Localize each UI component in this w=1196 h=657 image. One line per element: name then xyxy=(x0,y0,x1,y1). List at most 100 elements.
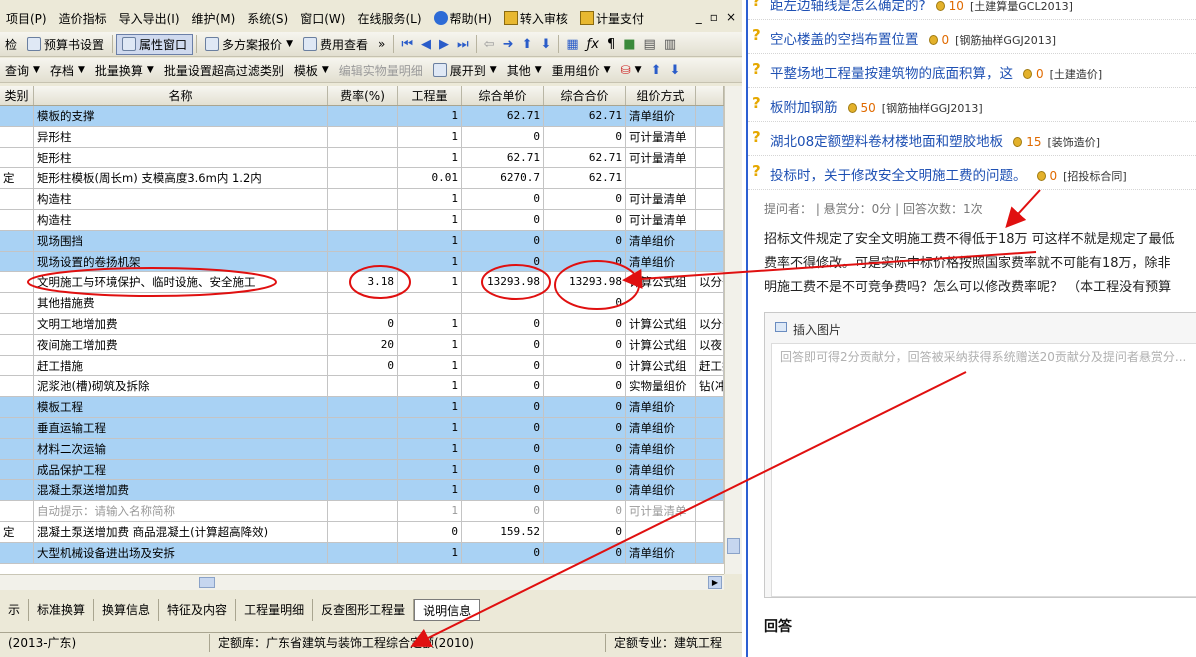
table-row[interactable]: 构造柱 1 0 0 可计量清单 xyxy=(0,189,724,210)
cell-method[interactable]: 可计量清单 xyxy=(626,209,696,230)
cell-unit[interactable]: 159.52 xyxy=(462,521,544,542)
cell-unit[interactable]: 0 xyxy=(462,480,544,501)
cell-cat[interactable]: 定 xyxy=(0,521,34,542)
cell-method[interactable]: 清单组价 xyxy=(626,251,696,272)
reuse-group-button[interactable]: 重用组价 ▼ xyxy=(547,60,616,81)
cell-extra[interactable] xyxy=(696,521,724,542)
cell-unit[interactable]: 0 xyxy=(462,355,544,376)
cell-extra[interactable]: 赶工措 xyxy=(696,355,724,376)
cell-rate[interactable] xyxy=(328,230,398,251)
question-link[interactable]: 投标时，关于修改安全文明施工费的问题。 0 [招投标合同] xyxy=(770,164,1127,184)
col-header-unit-price[interactable]: 综合单价 xyxy=(462,86,544,105)
cell-qty[interactable]: 0 xyxy=(398,521,462,542)
cell-total[interactable]: 0 xyxy=(544,251,626,272)
minimize-button[interactable]: _ xyxy=(696,10,702,24)
cell-unit[interactable]: 62.71 xyxy=(462,106,544,126)
question-title[interactable]: 湖北08定额塑料卷材楼地面和塑胶地板 xyxy=(770,134,1003,150)
cell-name[interactable]: 异形柱 xyxy=(34,126,328,147)
arrow-right-icon[interactable]: ➜ xyxy=(499,37,518,52)
cell-unit[interactable]: 0 xyxy=(462,334,544,355)
cell-rate[interactable] xyxy=(328,209,398,230)
cell-extra[interactable] xyxy=(696,126,724,147)
cell-extra[interactable] xyxy=(696,438,724,459)
cell-extra[interactable] xyxy=(696,189,724,209)
cell-extra[interactable]: 以分部 xyxy=(696,272,724,293)
cell-extra[interactable]: 钻(冲) xyxy=(696,376,724,397)
menu-window[interactable]: 窗口(W) xyxy=(294,10,351,27)
arrow-down-icon[interactable]: ⬇ xyxy=(536,37,555,52)
menu-system[interactable]: 系统(S) xyxy=(241,10,294,27)
cell-qty[interactable] xyxy=(398,293,462,313)
table-row[interactable]: 矩形柱 1 62.71 62.71 可计量清单 xyxy=(0,147,724,169)
table-row[interactable]: 其他措施费 0 xyxy=(0,293,724,314)
menu-cost-index[interactable]: 造价指标 xyxy=(53,10,113,27)
cell-rate[interactable] xyxy=(328,168,398,189)
cell-rate[interactable] xyxy=(328,459,398,480)
table-row[interactable]: 夜间施工增加费20100计算公式组以夜间 xyxy=(0,334,724,356)
cell-cat[interactable] xyxy=(0,480,34,501)
cell-total[interactable]: 62.71 xyxy=(544,147,626,168)
cell-cat[interactable] xyxy=(0,251,34,272)
cell-method[interactable]: 清单组价 xyxy=(626,230,696,251)
cell-total[interactable]: 0 xyxy=(544,542,626,563)
cell-unit[interactable]: 0 xyxy=(462,459,544,480)
table-row[interactable]: 文明工地增加费0100计算公式组以分部 xyxy=(0,313,724,335)
tab-features[interactable]: 特征及内容 xyxy=(159,599,237,621)
cell-qty[interactable]: 1 xyxy=(398,417,462,438)
cell-method[interactable]: 清单组价 xyxy=(626,542,696,563)
move-up-icon[interactable]: ⬆ xyxy=(647,63,666,78)
cell-total[interactable]: 0 xyxy=(544,521,626,542)
cell-name[interactable]: 矩形柱模板(周长m) 支模高度3.6m内 1.2内 xyxy=(34,168,328,189)
cell-qty[interactable]: 1 xyxy=(398,376,462,397)
col-header-method[interactable]: 组价方式 xyxy=(626,86,696,105)
cell-name[interactable]: 自动提示：请输入名称简称 xyxy=(34,501,328,521)
cell-unit[interactable]: 6270.7 xyxy=(462,168,544,189)
question-link[interactable]: 空心楼盖的空挡布置位置 0 [钢筋抽样GGJ2013] xyxy=(770,28,1056,48)
tab-qty-detail[interactable]: 工程量明细 xyxy=(236,599,314,621)
cell-method[interactable] xyxy=(626,521,696,542)
cell-name[interactable]: 其他措施费 xyxy=(34,293,328,313)
cell-rate[interactable]: 0 xyxy=(328,313,398,334)
last-icon[interactable]: ⏭ xyxy=(453,37,473,52)
question-link[interactable]: 距左边轴线是怎么确定的? 10 [土建算量GCL2013] xyxy=(770,0,1073,14)
cell-qty[interactable]: 1 xyxy=(398,313,462,334)
table-row[interactable]: 大型机械设备进出场及安拆 1 0 0 清单组价 xyxy=(0,542,724,564)
cell-qty[interactable]: 0.01 xyxy=(398,168,462,189)
menu-import-export[interactable]: 导入导出(I) xyxy=(113,10,186,27)
insert-picture-button[interactable]: 插入图片 xyxy=(793,321,841,338)
cell-rate[interactable] xyxy=(328,542,398,563)
menu-project[interactable]: 项目(P) xyxy=(0,10,53,27)
batch-convert-button[interactable]: 批量换算 ▼ xyxy=(90,60,159,81)
cell-name[interactable]: 构造柱 xyxy=(34,209,328,230)
formula-icon[interactable]: ƒx xyxy=(583,37,603,52)
cell-method[interactable]: 实物量组价 xyxy=(626,376,696,397)
cell-name[interactable]: 夜间施工增加费 xyxy=(34,334,328,355)
cell-method[interactable]: 计算公式组 xyxy=(626,313,696,334)
answer-textarea[interactable]: 回答即可得2分贡献分，回答被采纳获得系统赠送20贡献分及提问者悬赏分... xyxy=(771,343,1196,597)
cell-extra[interactable] xyxy=(696,542,724,563)
cell-qty[interactable]: 1 xyxy=(398,334,462,355)
batch-super-button[interactable]: 批量设置超高过滤类别 xyxy=(159,60,289,81)
other-button[interactable]: 其他 ▼ xyxy=(502,60,547,81)
tab-convert-info[interactable]: 换算信息 xyxy=(94,599,160,621)
cell-method[interactable]: 清单组价 xyxy=(626,438,696,459)
image-icon[interactable] xyxy=(775,322,787,332)
cell-total[interactable]: 0 xyxy=(544,189,626,209)
cell-name[interactable]: 模板工程 xyxy=(34,397,328,417)
cell-rate[interactable] xyxy=(328,480,398,501)
cell-extra[interactable] xyxy=(696,209,724,230)
cell-unit[interactable]: 0 xyxy=(462,376,544,397)
edit-qty-button[interactable]: 编辑实物量明细 xyxy=(334,60,428,81)
cell-name[interactable]: 矩形柱 xyxy=(34,147,328,168)
expand-to-button[interactable]: 展开到 ▼ xyxy=(428,60,502,81)
cell-total[interactable]: 62.71 xyxy=(544,106,626,126)
menu-maintain[interactable]: 维护(M) xyxy=(186,10,242,27)
more-button[interactable]: » xyxy=(373,34,390,55)
cell-cat[interactable] xyxy=(0,376,34,397)
cell-method[interactable]: 计算公式组 xyxy=(626,355,696,376)
cell-extra[interactable] xyxy=(696,147,724,168)
table-row[interactable]: 现场设置的卷扬机架 1 0 0 清单组价 xyxy=(0,251,724,273)
cell-rate[interactable] xyxy=(328,293,398,313)
cell-total[interactable]: 0 xyxy=(544,480,626,501)
cell-cat[interactable] xyxy=(0,272,34,293)
